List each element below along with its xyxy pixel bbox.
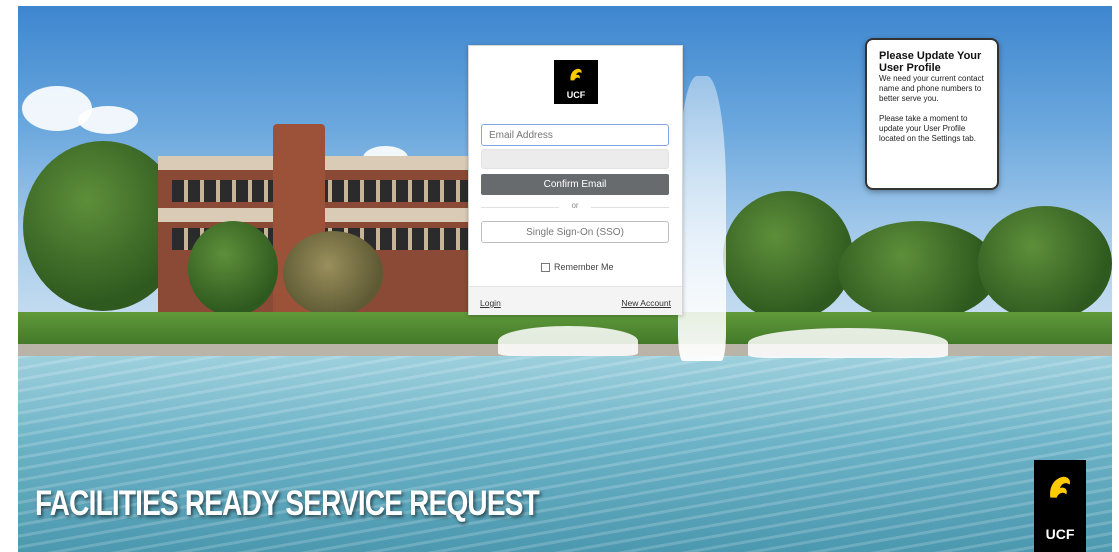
- page-title-banner: FACILITIES READY SERVICE REQUEST: [35, 484, 540, 523]
- login-panel: UCF Confirm Email or Single Sign-On (SSO…: [468, 45, 683, 315]
- tree: [838, 221, 998, 321]
- remember-me[interactable]: Remember Me: [541, 262, 614, 272]
- brand-text: UCF: [1045, 526, 1075, 542]
- notice-body: We need your current contact name and ph…: [879, 74, 984, 103]
- spray: [748, 328, 948, 358]
- remember-label: Remember Me: [554, 262, 614, 272]
- new-account-link[interactable]: New Account: [621, 298, 671, 308]
- profile-notice: Please Update Your User Profile We need …: [865, 38, 999, 190]
- notice-title: Please Update Your User Profile: [879, 50, 982, 74]
- tree: [188, 221, 278, 316]
- login-footer: Login New Account: [469, 286, 682, 315]
- tree: [723, 191, 853, 321]
- logo-text: UCF: [566, 90, 586, 100]
- login-link[interactable]: Login: [480, 298, 501, 308]
- or-divider: or: [481, 201, 669, 213]
- notice-body: Please take a moment to update your User…: [879, 114, 976, 143]
- email-input[interactable]: [481, 124, 669, 146]
- ucf-logo: UCF: [554, 60, 598, 104]
- remember-checkbox[interactable]: [541, 262, 550, 272]
- sso-button[interactable]: Single Sign-On (SSO): [481, 221, 669, 243]
- spray: [498, 326, 638, 356]
- confirm-email-button[interactable]: Confirm Email: [481, 174, 669, 195]
- page: UCF Confirm Email or Single Sign-On (SSO…: [0, 0, 1119, 552]
- tree: [978, 206, 1112, 321]
- cloud: [78, 106, 138, 134]
- password-field[interactable]: [481, 149, 669, 169]
- pegasus-icon: [570, 68, 582, 81]
- pegasus-icon: [1050, 476, 1071, 498]
- fountain-jet: [678, 76, 726, 361]
- tree: [283, 231, 383, 316]
- ucf-logo-large: UCF: [1034, 460, 1086, 552]
